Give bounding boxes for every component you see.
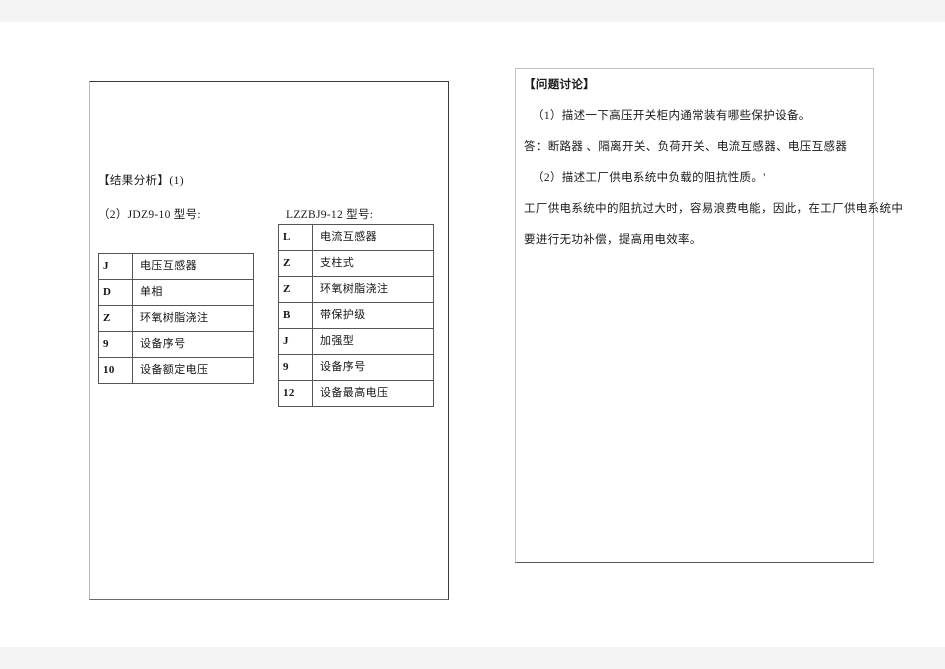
meaning-cell: 加强型 (312, 328, 434, 355)
question-discussion-heading: 【问题讨论】 (524, 79, 596, 91)
code-cell: Z (278, 276, 313, 303)
question-1-text: （1）描述一下高压开关柜内通常装有哪些保护设备。 (532, 110, 811, 122)
code-table-jdz: J 电压互感器 D 单相 Z 环氧树脂浇注 9 设备序号 10 设备额定电压 (98, 253, 254, 384)
meaning-cell: 环氧树脂浇注 (312, 276, 434, 303)
table-row: J 加强型 (278, 328, 434, 355)
code-cell: Z (278, 250, 313, 277)
model-designation-row: （2）JDZ9-10 型号: LZZBJ9-12 型号: (98, 206, 450, 224)
meaning-cell: 设备额定电压 (132, 357, 254, 384)
meaning-cell: 带保护级 (312, 302, 434, 329)
meaning-cell: 单相 (132, 279, 254, 306)
meaning-cell: 支柱式 (312, 250, 434, 277)
table-row: B 带保护级 (278, 302, 434, 329)
code-cell: 9 (98, 331, 133, 358)
code-cell: 10 (98, 357, 133, 384)
table-row: 9 设备序号 (98, 331, 254, 358)
model-label-jdz: （2）JDZ9-10 型号: (98, 209, 201, 221)
answer-1-text: 答：断路器 、隔离开关、负荷开关、电流互感器、电压互感器 (524, 141, 848, 153)
table-row: Z 环氧树脂浇注 (278, 276, 434, 303)
table-row: L 电流互感器 (278, 224, 434, 251)
code-cell: B (278, 302, 313, 329)
scanned-page-canvas: 【结果分析】(1) （2）JDZ9-10 型号: LZZBJ9-12 型号: J… (0, 22, 945, 647)
code-cell: Z (98, 305, 133, 332)
answer-2-line-1: 工厂供电系统中的阻抗过大时，容易浪费电能，因此，在工厂供电系统中 (524, 203, 904, 215)
meaning-cell: 电压互感器 (132, 253, 254, 280)
question-discussion-content: 【问题讨论】 （1）描述一下高压开关柜内通常装有哪些保护设备。 答：断路器 、隔… (524, 78, 904, 264)
meaning-cell: 电流互感器 (312, 224, 434, 251)
table-row: Z 环氧树脂浇注 (98, 305, 254, 332)
question-discussion-panel: 【问题讨论】 （1）描述一下高压开关柜内通常装有哪些保护设备。 答：断路器 、隔… (515, 68, 904, 563)
meaning-cell: 设备最高电压 (312, 380, 434, 407)
table-row: J 电压互感器 (98, 253, 254, 280)
table-row: 12 设备最高电压 (278, 380, 434, 407)
code-cell: J (278, 328, 313, 355)
code-cell: 9 (278, 354, 313, 381)
code-cell: L (278, 224, 313, 251)
answer-2-line-2: 要进行无功补偿，提高用电效率。 (524, 234, 702, 246)
results-analysis-panel: 【结果分析】(1) （2）JDZ9-10 型号: LZZBJ9-12 型号: J… (89, 81, 449, 600)
table-row: 10 设备额定电压 (98, 357, 254, 384)
model-label-lzzbj: LZZBJ9-12 型号: (286, 209, 374, 221)
question-2-text: （2）描述工厂供电系统中负载的阻抗性质。' (532, 172, 766, 184)
code-cell: 12 (278, 380, 313, 407)
code-table-lzzbj: L 电流互感器 Z 支柱式 Z 环氧树脂浇注 B 带保护级 J 加强型 9 设备… (278, 224, 434, 407)
code-cell: J (98, 253, 133, 280)
meaning-cell: 设备序号 (132, 331, 254, 358)
meaning-cell: 环氧树脂浇注 (132, 305, 254, 332)
results-analysis-heading: 【结果分析】(1) (98, 175, 185, 187)
table-row: D 单相 (98, 279, 254, 306)
meaning-cell: 设备序号 (312, 354, 434, 381)
code-cell: D (98, 279, 133, 306)
table-row: 9 设备序号 (278, 354, 434, 381)
table-row: Z 支柱式 (278, 250, 434, 277)
